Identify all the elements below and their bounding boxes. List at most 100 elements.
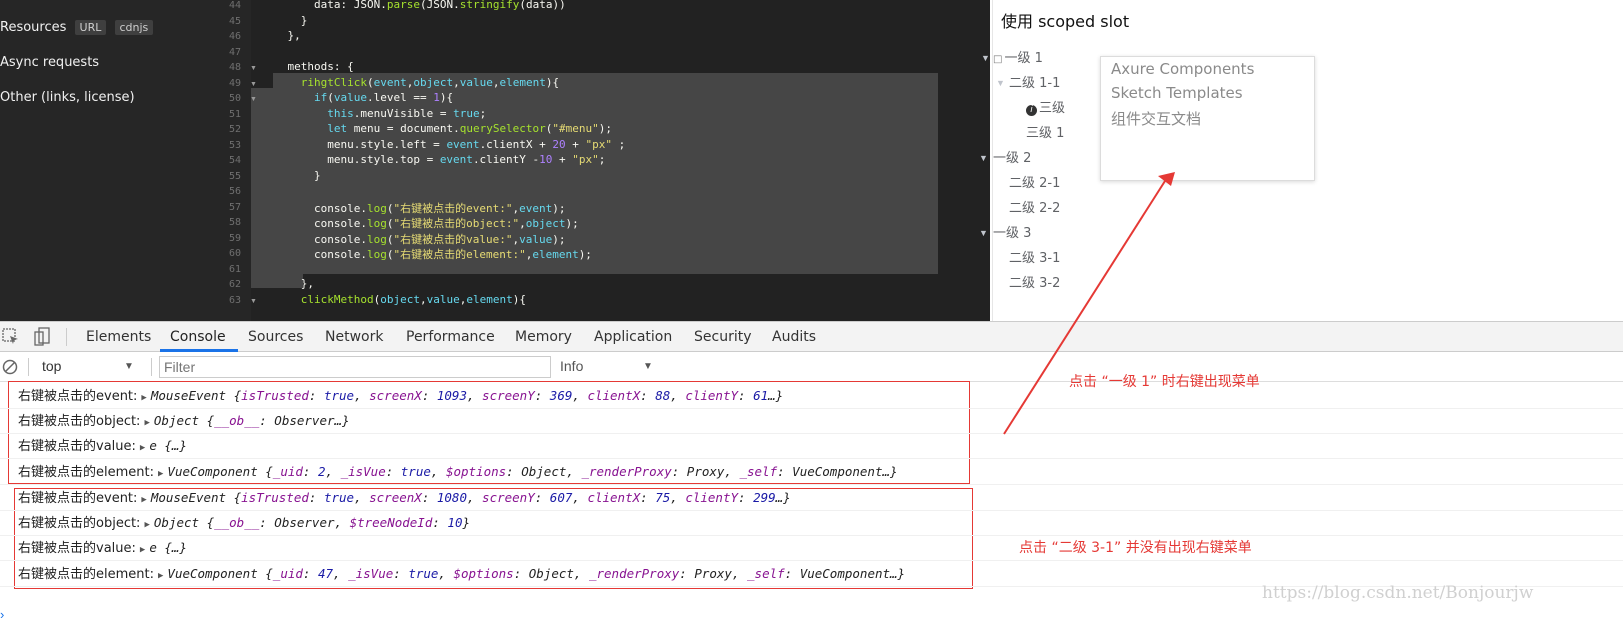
tab-elements[interactable]: Elements	[86, 329, 151, 345]
expand-triangle-icon[interactable]: ▶	[140, 545, 145, 555]
log-separator	[0, 535, 1623, 536]
tree-node-level1-3[interactable]: 一级 3	[993, 222, 1031, 241]
console-log-row[interactable]: 右键被点击的element: ▶ VueComponent {_uid: 47, _…	[18, 563, 905, 582]
log-object-preview: {__ob__: Observer, $treeNodeId: 10}	[206, 515, 471, 530]
tree-node-level1-2[interactable]: 一级 2	[993, 147, 1031, 166]
line-number: 48	[228, 62, 241, 73]
url-tag[interactable]: URL	[74, 20, 107, 35]
log-label: 右键被点击的element:	[18, 465, 154, 480]
log-object-type: Object	[153, 413, 207, 428]
sidebar-item-label: Resources	[0, 20, 67, 35]
console-log-row[interactable]: 右键被点击的object: ▶ Object {__ob__: Observer…}	[18, 410, 350, 429]
caret-down-icon[interactable]: ▼	[124, 361, 134, 372]
chevron-down-icon[interactable]: ▼	[981, 53, 990, 63]
console-log-row[interactable]: 右键被点击的value: ▶ e {…}	[18, 435, 187, 454]
expand-triangle-icon[interactable]: ▶	[144, 418, 149, 428]
expand-triangle-icon[interactable]: ▶	[144, 520, 149, 530]
tab-memory[interactable]: Memory	[515, 329, 572, 345]
log-object-type: VueComponent	[167, 464, 266, 479]
log-label: 右键被点击的event:	[18, 389, 138, 404]
code-line: rihgtClick(event,object,value,element){	[300, 75, 560, 89]
sidebar-item-resources[interactable]: Resources URL cdnjs	[0, 20, 154, 35]
tree-node-level2-2-1[interactable]: 二级 2-1	[1009, 172, 1060, 191]
context-menu: Axure Components Sketch Templates 组件交互文档	[1100, 56, 1315, 181]
device-toggle-icon[interactable]	[33, 327, 51, 347]
tree-node-level2-2-2[interactable]: 二级 2-2	[1009, 197, 1060, 216]
fold-icon[interactable]: ▼	[250, 96, 257, 103]
code-editor[interactable]: 44 45 46 47 48 ▼ 49 ▼ 50 ▼ 51 52 53 54 55 56 57 58 59 60 61 6…	[193, 0, 990, 321]
expand-triangle-icon[interactable]: ▶	[141, 495, 146, 505]
sidebar-item-async[interactable]: Async requests	[0, 55, 99, 70]
tab-security[interactable]: Security	[694, 329, 752, 345]
console-log-row[interactable]: 右键被点击的event: ▶ MouseEvent {isTrusted: true…	[18, 487, 791, 506]
chevron-down-icon[interactable]: ▼	[979, 153, 988, 163]
chevron-down-icon[interactable]: ▼	[996, 78, 1005, 88]
line-number: 53	[228, 139, 241, 151]
log-label: 右键被点击的value:	[18, 541, 136, 556]
line-number: 63	[228, 294, 241, 306]
line-number: 56	[228, 186, 241, 197]
expand-triangle-icon[interactable]: ▶	[158, 469, 163, 479]
code-line: console.log("右键被点击的element:",element);	[261, 248, 592, 261]
expand-triangle-icon[interactable]: ▶	[158, 571, 163, 581]
fold-icon[interactable]: ▼	[250, 65, 257, 72]
menu-item-docs[interactable]: 组件交互文档	[1111, 108, 1201, 129]
log-object-type: e	[149, 438, 165, 453]
resources-sidebar: Resources URL cdnjs Async requests Other…	[0, 0, 193, 321]
tab-application[interactable]: Application	[594, 329, 672, 345]
tree-node-level3[interactable]: i 三级	[1026, 97, 1065, 116]
console-log-row[interactable]: 右键被点击的object: ▶ Object {__ob__: Observer, …	[18, 512, 470, 531]
clear-console-icon[interactable]	[2, 359, 18, 375]
sidebar-item-other[interactable]: Other (links, license)	[0, 90, 135, 105]
divider	[151, 358, 152, 376]
code-line: console.log("右键被点击的value:",value);	[261, 232, 566, 246]
menu-item-sketch[interactable]: Sketch Templates	[1111, 84, 1243, 102]
tab-network[interactable]: Network	[325, 329, 383, 345]
code-line: }	[261, 13, 308, 27]
chevron-down-icon[interactable]: ▼	[979, 228, 988, 238]
expand-triangle-icon[interactable]: ▶	[140, 443, 145, 453]
code-line: },	[261, 29, 301, 42]
console-log-row[interactable]: 右键被点击的event: ▶ MouseEvent {isTrusted: true…	[18, 385, 783, 404]
fold-icon[interactable]: ▼	[250, 298, 257, 305]
code-line: data: JSON.parse(JSON.stringify(data))	[261, 0, 566, 11]
log-level-select[interactable]: Info	[560, 358, 583, 374]
filter-input[interactable]	[159, 356, 551, 378]
cdnjs-tag[interactable]: cdnjs	[114, 20, 154, 35]
line-number: 55	[228, 170, 241, 182]
caret-down-icon[interactable]: ▼	[643, 361, 653, 372]
log-label: 右键被点击的object:	[18, 516, 141, 531]
tree-node-level2-1-1[interactable]: 二级 1-1	[1009, 72, 1060, 91]
line-number: 49	[228, 77, 241, 89]
log-object-preview: {…}	[164, 438, 187, 453]
tab-performance[interactable]: Performance	[406, 329, 495, 345]
tab-audits[interactable]: Audits	[772, 329, 816, 345]
inspect-icon[interactable]	[2, 328, 20, 346]
tree-node-level3-1[interactable]: 三级 1	[1026, 122, 1064, 141]
expand-triangle-icon[interactable]: ▶	[141, 393, 146, 403]
devtools-tabbar: Elements Console Sources Network Perform…	[0, 322, 1623, 352]
log-separator	[0, 510, 1623, 511]
log-object-preview: {_uid: 47, _isVue: true, $options: Objec…	[265, 566, 906, 581]
menu-item-axure[interactable]: Axure Components	[1111, 60, 1254, 78]
log-label: 右键被点击的event:	[18, 491, 138, 506]
fold-icon[interactable]: ▼	[250, 81, 257, 88]
code-line: menu.style.left = event.clientX + 20 + "…	[261, 137, 626, 151]
tab-sources[interactable]: Sources	[248, 329, 303, 345]
log-object-type: Object	[153, 515, 207, 530]
console-log-row[interactable]: 右键被点击的value: ▶ e {…}	[18, 537, 187, 556]
annotation-note: 点击 “一级 1” 时右键出现菜单	[1069, 374, 1260, 390]
console-prompt-icon[interactable]: ›	[0, 607, 4, 622]
code-line: clickMethod(object,value,element){	[300, 292, 526, 306]
tree-node-level2-3-2[interactable]: 二级 3-2	[1009, 272, 1060, 291]
info-icon: i	[1026, 105, 1037, 116]
tab-console[interactable]: Console	[170, 329, 226, 345]
tree-node-level2-3-1[interactable]: 二级 3-1	[1009, 247, 1060, 266]
console-log-row[interactable]: 右键被点击的element: ▶ VueComponent {_uid: 2, _i…	[18, 461, 898, 480]
context-select[interactable]: top	[42, 358, 61, 374]
line-number: 57	[228, 201, 241, 213]
line-number: 54	[228, 155, 241, 166]
preview-title: 使用 scoped slot	[1001, 12, 1130, 31]
tree-node-level1-1[interactable]: □ 一级 1	[993, 47, 1043, 66]
line-number: 61	[228, 263, 241, 275]
